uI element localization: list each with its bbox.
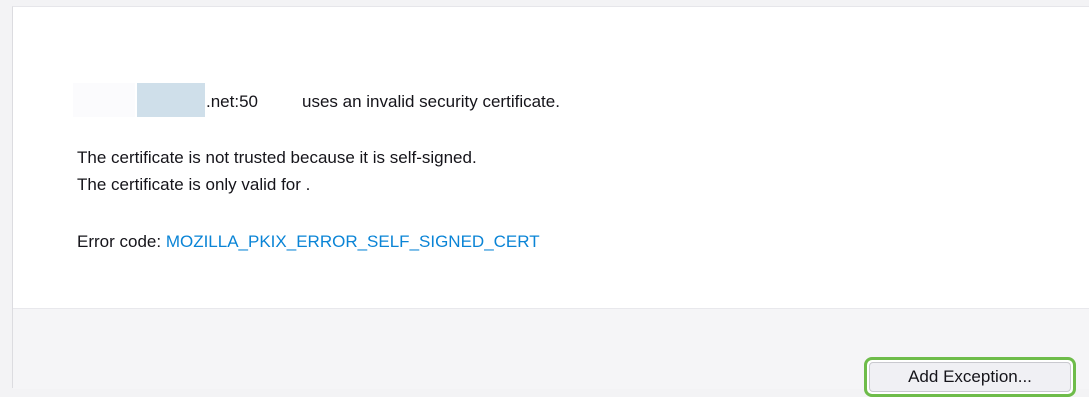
error-code-line: Error code: MOZILLA_PKIX_ERROR_SELF_SIGN… <box>77 232 540 252</box>
host-message: uses an invalid security certificate. <box>302 92 560 111</box>
error-code-link[interactable]: MOZILLA_PKIX_ERROR_SELF_SIGNED_CERT <box>166 232 540 251</box>
certificate-detail-valid-for: The certificate is only valid for . <box>77 175 311 194</box>
redacted-hostname-block <box>73 83 135 117</box>
certificate-details-panel: .net:50 uses an invalid security certifi… <box>13 7 1089 309</box>
certificate-error-frame: .net:50 uses an invalid security certifi… <box>12 6 1089 397</box>
error-code-label: Error code: <box>77 232 166 251</box>
certificate-detail-self-signed: The certificate is not trusted because i… <box>77 148 477 167</box>
action-footer: Add Exception... <box>13 309 1089 397</box>
redacted-hostname-highlight <box>137 83 205 117</box>
add-exception-highlight: Add Exception... <box>864 357 1076 397</box>
host-suffix: .net:50 <box>206 92 258 111</box>
